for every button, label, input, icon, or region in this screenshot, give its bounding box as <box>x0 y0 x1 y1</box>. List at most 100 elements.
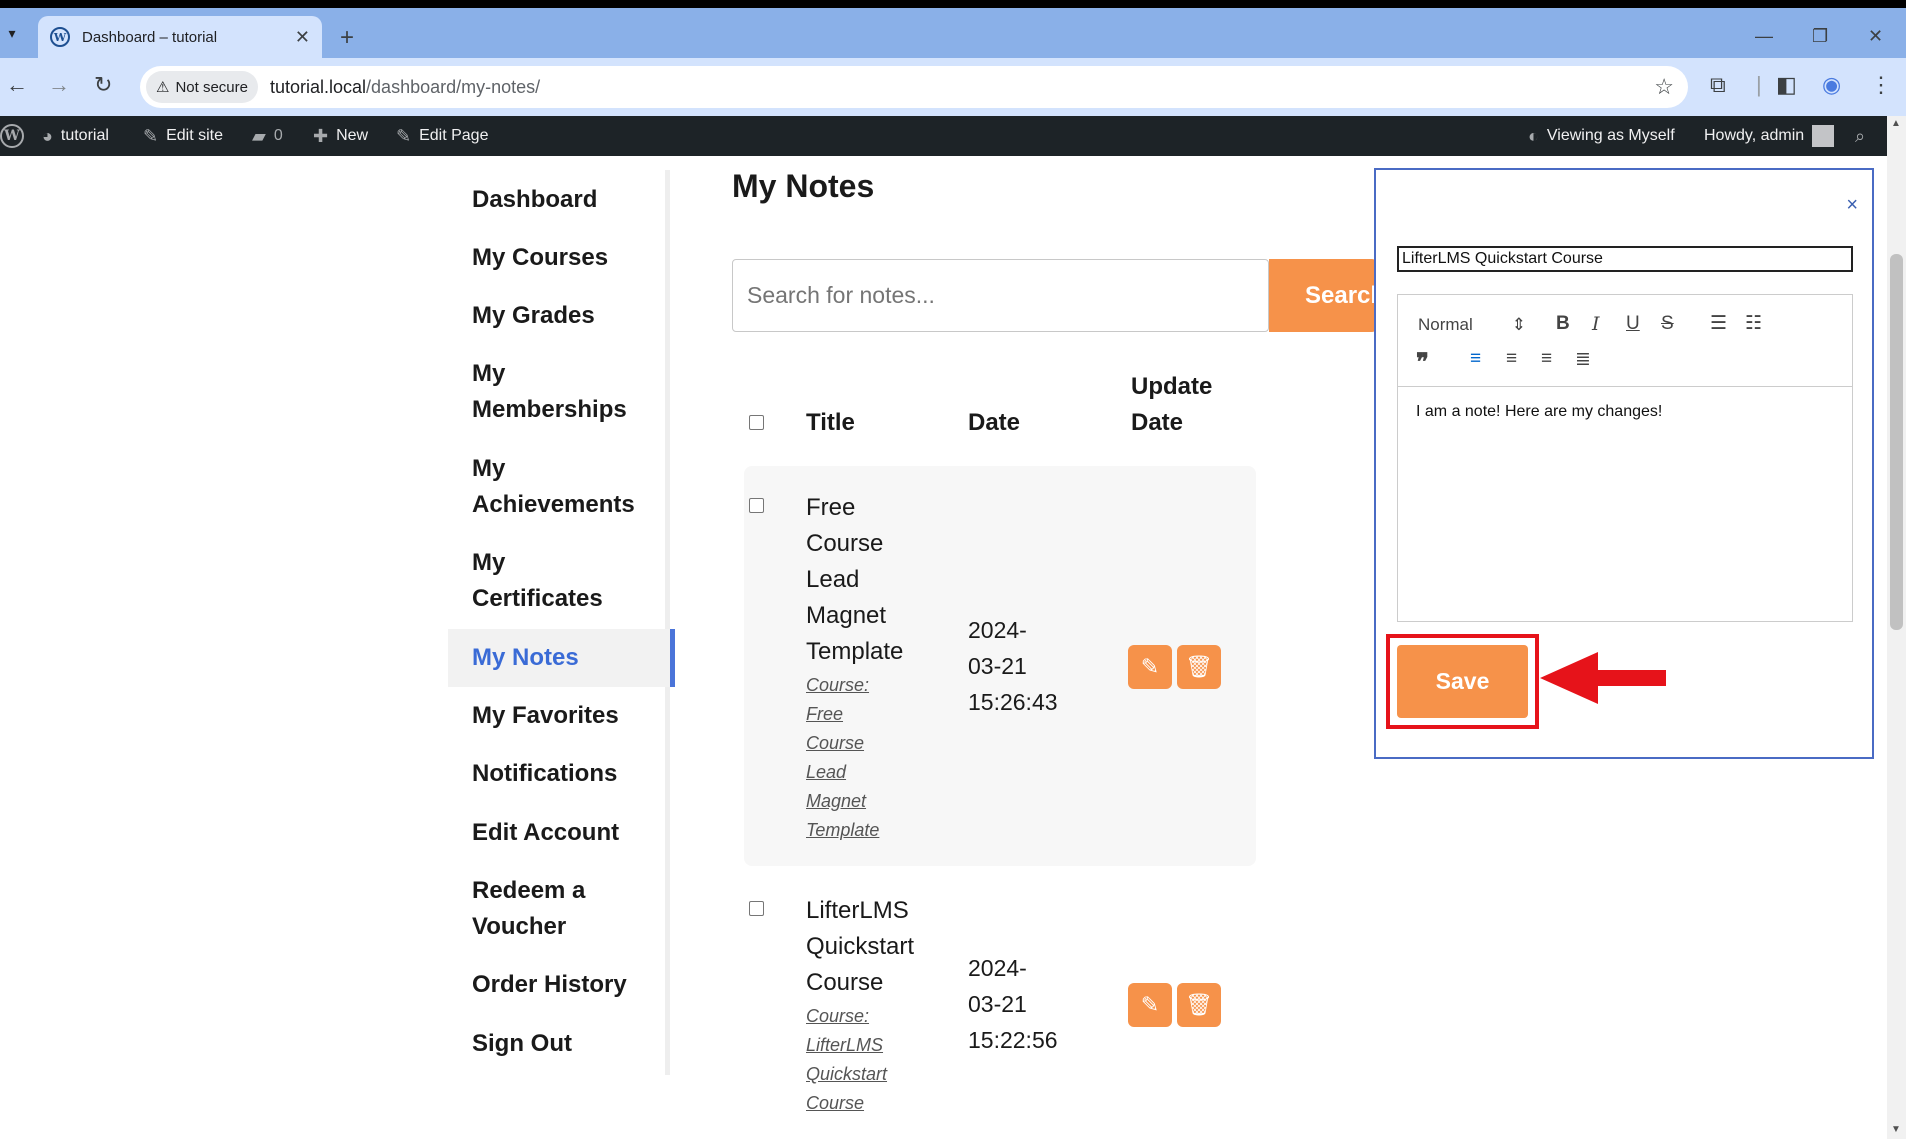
new-content-menu[interactable]: ✚ New <box>313 116 368 156</box>
viewing-as-label: Viewing as Myself <box>1546 127 1675 144</box>
viewing-as-menu[interactable]: ◐ Viewing as Myself <box>1528 116 1675 156</box>
align-right-icon[interactable]: ≡ <box>1541 348 1552 370</box>
plus-icon: ✚ <box>313 125 329 146</box>
course-link-line: Magnet <box>806 791 867 811</box>
course-link-line: Course <box>806 1093 865 1113</box>
address-bar[interactable]: ⚠ Not secure tutorial.local/dashboard/my… <box>140 66 1688 108</box>
course-link[interactable]: Course: LifterLMS Quickstart Course <box>806 1002 887 1118</box>
bookmark-star-icon[interactable]: ☆ <box>1654 74 1674 100</box>
browser-menu-icon[interactable]: ⋮ <box>1870 72 1892 98</box>
edit-note-button[interactable]: ✎ <box>1128 983 1172 1027</box>
note-title-input[interactable]: LifterLMS Quickstart Course <box>1397 246 1853 272</box>
strikethrough-icon[interactable]: S <box>1661 313 1674 335</box>
blockquote-icon[interactable]: ❞ <box>1416 348 1429 377</box>
search-button[interactable]: Search <box>1269 259 1376 332</box>
avatar <box>1812 125 1835 147</box>
profile-icon[interactable]: ◉ <box>1822 72 1841 98</box>
save-highlight-box: Save <box>1386 634 1539 729</box>
restore-icon[interactable]: ❐ <box>1812 26 1828 47</box>
row-checkbox[interactable] <box>749 498 764 513</box>
note-content[interactable]: I am a note! Here are my changes! <box>1416 403 1662 421</box>
browser-tab-bar: ▾ W Dashboard – tutorial ✕ + — ❐ ✕ <box>0 8 1906 58</box>
account-menu[interactable]: Howdy, admin <box>1704 116 1835 156</box>
browser-tab[interactable]: W Dashboard – tutorial ✕ <box>38 16 322 58</box>
scroll-thumb[interactable] <box>1890 254 1903 630</box>
sidebar-item-my-notes[interactable]: My Notes <box>448 629 675 687</box>
close-icon[interactable]: × <box>1846 194 1858 217</box>
sidebar-item-label: Order History <box>472 971 627 998</box>
sidebar-item-label: My Grades <box>472 302 595 329</box>
close-window-icon[interactable]: ✕ <box>1868 26 1883 47</box>
wordpress-favicon-icon: W <box>50 27 70 47</box>
scroll-up-icon[interactable]: ▲ <box>1891 118 1901 129</box>
edit-site-link[interactable]: ✎ Edit site <box>143 116 223 156</box>
delete-note-button[interactable]: 🗑 <box>1177 983 1221 1027</box>
format-select[interactable]: Normal ⇕ <box>1418 315 1526 335</box>
sidebar-item-notifications[interactable]: Notifications <box>448 756 670 792</box>
sidebar-item-sign-out[interactable]: Sign Out <box>448 1026 670 1062</box>
sidebar-item-label: My Courses <box>472 244 609 271</box>
admin-search[interactable]: ⌕ <box>1855 116 1873 156</box>
save-button[interactable]: Save <box>1397 645 1528 718</box>
site-name: tutorial <box>60 127 109 144</box>
security-chip[interactable]: ⚠ Not secure <box>146 71 258 103</box>
underline-icon[interactable]: U <box>1626 313 1640 335</box>
sidebar-item-my-courses[interactable]: My Courses <box>448 240 670 276</box>
select-arrows-icon: ⇕ <box>1511 315 1526 334</box>
scroll-down-icon[interactable]: ▼ <box>1891 1124 1901 1135</box>
sidebar-item-label: Redeem a <box>472 877 586 904</box>
rich-text-editor: Normal ⇕ B I U S ☰ ☷ ❞ ≡ ≡ ≡ ≣ I am a not… <box>1397 294 1853 622</box>
course-link-line: Quickstart <box>806 1064 888 1084</box>
course-link-line: Course: <box>806 675 870 695</box>
ordered-list-icon[interactable]: ☰ <box>1710 312 1727 335</box>
italic-icon[interactable]: I <box>1592 313 1600 335</box>
search-icon: ⌕ <box>1855 125 1866 146</box>
edit-site-label: Edit site <box>166 127 224 144</box>
tab-title: Dashboard – tutorial <box>82 28 218 46</box>
forward-arrow-icon[interactable]: → <box>48 72 70 98</box>
sidebar-item-redeem-voucher[interactable]: Redeem a Voucher <box>448 873 670 945</box>
row-checkbox[interactable] <box>749 901 764 916</box>
reload-icon[interactable]: ↻ <box>94 72 112 98</box>
sidebar-item-my-certificates[interactable]: My Certificates <box>448 545 670 617</box>
sidebar-item-my-favorites[interactable]: My Favorites <box>448 698 670 734</box>
minimize-icon[interactable]: — <box>1755 26 1773 47</box>
edit-note-button[interactable]: ✎ <box>1128 645 1172 689</box>
extensions-icon[interactable]: ⧉ <box>1710 72 1726 98</box>
sidebar-item-order-history[interactable]: Order History <box>448 967 670 1003</box>
delete-note-button[interactable]: 🗑 <box>1177 645 1221 689</box>
tab-search-button[interactable]: ▾ <box>0 20 24 46</box>
editor-toolbar: Normal ⇕ B I U S ☰ ☷ ❞ ≡ ≡ ≡ ≣ <box>1398 295 1852 387</box>
course-link-line: Course: <box>806 1006 870 1026</box>
url-text[interactable]: tutorial.local/dashboard/my-notes/ <box>270 77 540 98</box>
new-tab-button[interactable]: + <box>340 24 354 52</box>
sidebar-item-my-memberships[interactable]: My Memberships <box>448 356 670 428</box>
comments-link[interactable]: ▰ 0 <box>252 116 283 156</box>
back-arrow-icon[interactable]: ← <box>6 72 28 98</box>
date-line: 2024- <box>968 617 1027 643</box>
site-name-menu[interactable]: ◕ tutorial <box>42 116 109 156</box>
header-update-date-line: Date <box>1131 409 1184 436</box>
warning-triangle-icon: ⚠ <box>156 79 170 96</box>
sidebar-item-dashboard[interactable]: Dashboard <box>448 182 670 218</box>
select-all-checkbox[interactable] <box>749 415 764 430</box>
align-center-icon[interactable]: ≡ <box>1506 348 1517 370</box>
sidebar-item-edit-account[interactable]: Edit Account <box>448 815 670 851</box>
sidebar-item-my-grades[interactable]: My Grades <box>448 298 670 334</box>
align-justify-icon[interactable]: ≣ <box>1575 348 1591 371</box>
wordpress-icon: W <box>0 124 24 148</box>
bold-icon[interactable]: B <box>1556 313 1570 335</box>
search-input[interactable] <box>732 259 1269 332</box>
side-panel-icon[interactable]: ◧ <box>1776 72 1797 98</box>
align-left-icon[interactable]: ≡ <box>1470 348 1481 370</box>
wp-logo-menu[interactable]: W <box>0 116 24 156</box>
sidebar-item-my-achievements[interactable]: My Achievements <box>448 451 670 523</box>
course-link[interactable]: Course: Free Course Lead Magnet Template <box>806 671 879 845</box>
sidebar-item-label: Voucher <box>472 913 567 940</box>
tab-close-icon[interactable]: ✕ <box>295 27 310 48</box>
page-scrollbar[interactable]: ▲ ▼ <box>1887 116 1906 1139</box>
bullet-list-icon[interactable]: ☷ <box>1745 312 1762 335</box>
browser-toolbar: ← → ↻ ⚠ Not secure tutorial.local/dashbo… <box>0 58 1906 116</box>
sidebar-item-label: My <box>472 455 506 482</box>
edit-page-link[interactable]: ✎ Edit Page <box>396 116 488 156</box>
